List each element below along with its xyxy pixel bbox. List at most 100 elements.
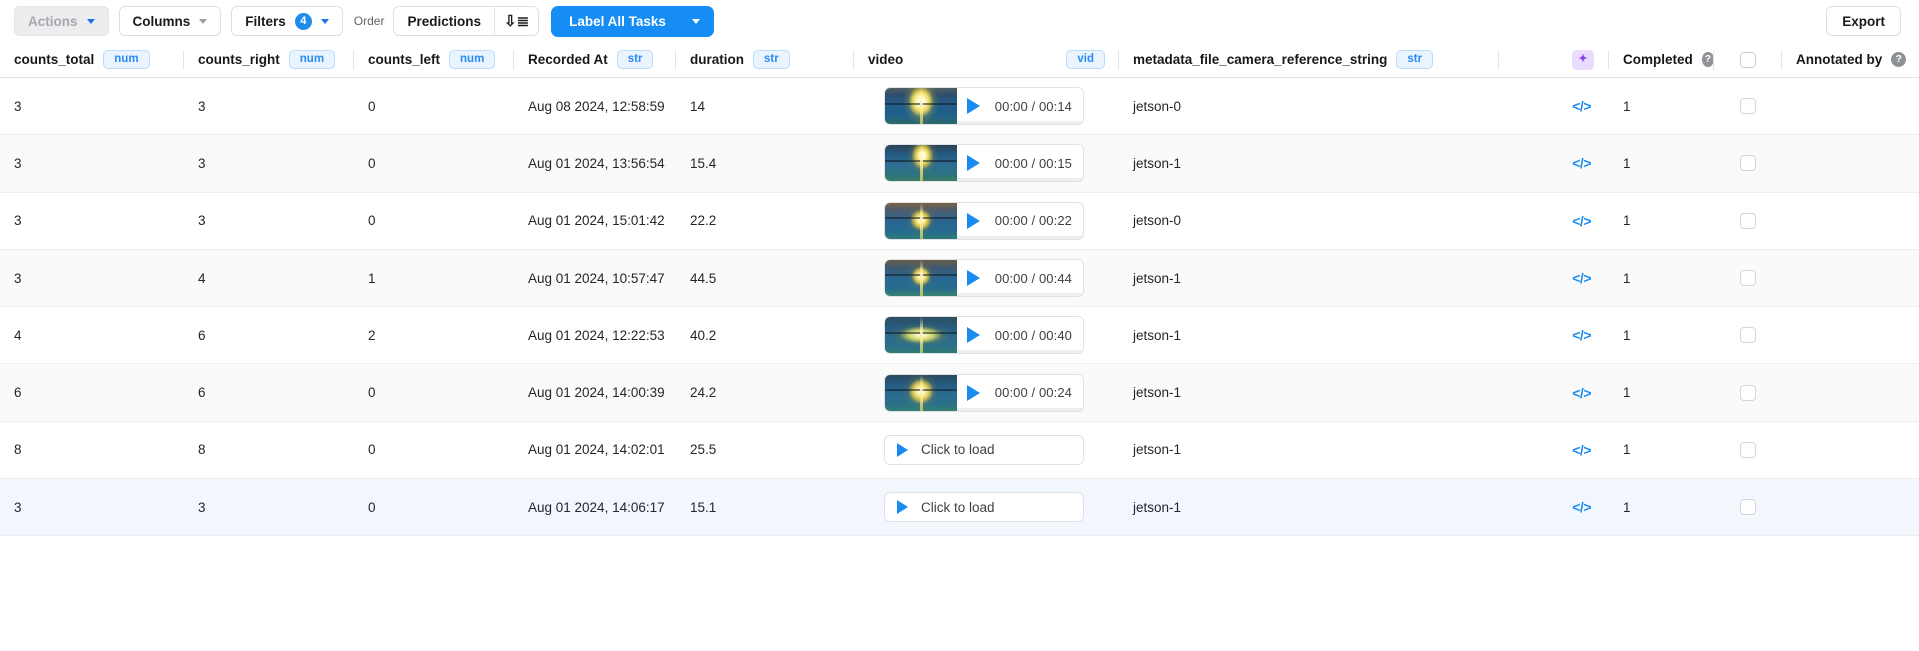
column-header-sparkle[interactable]: ✦ bbox=[1499, 42, 1609, 78]
cell-counts-left: 0 bbox=[354, 364, 514, 420]
code-icon[interactable]: </> bbox=[1572, 213, 1591, 229]
column-type-tag: num bbox=[449, 50, 496, 69]
code-icon[interactable]: </> bbox=[1572, 327, 1591, 343]
column-header-counts-total[interactable]: counts_total num bbox=[0, 42, 184, 78]
actions-button[interactable]: Actions bbox=[14, 6, 109, 36]
row-select-checkbox[interactable] bbox=[1740, 98, 1756, 115]
cell-counts-right: 8 bbox=[184, 422, 354, 478]
label-all-tasks-button[interactable]: Label All Tasks bbox=[551, 5, 714, 37]
columns-button[interactable]: Columns bbox=[118, 6, 222, 36]
video-time-display: 00:00 / 00:15 bbox=[994, 155, 1072, 171]
video-progress-track[interactable] bbox=[957, 293, 1083, 297]
video-time-display: 00:00 / 00:24 bbox=[994, 385, 1072, 401]
video-player[interactable]: 00:00 / 00:44 bbox=[884, 259, 1084, 298]
column-header-label: video bbox=[868, 52, 904, 67]
table-row[interactable]: 3 3 0 Aug 08 2024, 12:58:59 14 00:00 / 00:14 j… bbox=[0, 78, 1919, 136]
row-select-checkbox[interactable] bbox=[1740, 155, 1756, 172]
table-row[interactable]: 6 6 0 Aug 01 2024, 14:00:39 24.2 00:00 / 00:2… bbox=[0, 364, 1919, 422]
cell-value: jetson-1 bbox=[1133, 385, 1182, 401]
play-icon[interactable] bbox=[967, 327, 980, 344]
video-progress-track[interactable] bbox=[957, 121, 1083, 125]
cell-code-action: </> bbox=[1499, 135, 1609, 191]
video-load-button[interactable]: Click to load bbox=[884, 492, 1084, 523]
table-row[interactable]: 3 4 1 Aug 01 2024, 10:57:47 44.5 00:00 / 00:4… bbox=[0, 249, 1919, 308]
column-type-tag: num bbox=[103, 50, 150, 69]
column-header-counts-right[interactable]: counts_right num bbox=[184, 42, 354, 78]
cell-recorded-at: Aug 01 2024, 14:06:17 bbox=[514, 479, 676, 535]
play-icon[interactable] bbox=[967, 155, 980, 172]
play-icon[interactable] bbox=[967, 270, 980, 287]
table-row[interactable]: 8 8 0 Aug 01 2024, 14:02:01 25.5 Click to loa… bbox=[0, 421, 1919, 480]
play-icon[interactable] bbox=[967, 98, 980, 115]
select-all-checkbox[interactable] bbox=[1740, 51, 1756, 68]
table-body: 3 3 0 Aug 08 2024, 12:58:59 14 00:00 / 00:14 j… bbox=[0, 78, 1919, 537]
cell-value: jetson-1 bbox=[1133, 499, 1182, 515]
table-row[interactable]: 3 3 0 Aug 01 2024, 13:56:54 15.4 00:00 / 00:1… bbox=[0, 135, 1919, 193]
video-controls: 00:00 / 00:24 bbox=[957, 374, 1083, 411]
table-row[interactable]: 3 3 0 Aug 01 2024, 14:06:17 15.1 Click to loa… bbox=[0, 479, 1919, 537]
predictions-button[interactable]: Predictions bbox=[394, 7, 494, 35]
cell-value: jetson-1 bbox=[1133, 155, 1182, 171]
column-header-counts-left[interactable]: counts_left num bbox=[354, 42, 514, 78]
row-select-checkbox[interactable] bbox=[1740, 270, 1756, 287]
column-header-duration[interactable]: duration str bbox=[676, 42, 854, 78]
filters-button[interactable]: Filters 4 bbox=[231, 6, 343, 36]
video-progress-track[interactable] bbox=[957, 178, 1083, 182]
video-player[interactable]: 00:00 / 00:24 bbox=[884, 373, 1084, 412]
cell-duration: 15.1 bbox=[676, 479, 854, 535]
column-header-completed[interactable]: Completed ? bbox=[1609, 42, 1714, 78]
order-label: Order bbox=[353, 14, 385, 28]
cell-value: Aug 01 2024, 14:06:17 bbox=[528, 499, 665, 515]
row-select-checkbox[interactable] bbox=[1740, 212, 1756, 229]
play-icon[interactable] bbox=[967, 212, 980, 229]
table-row[interactable]: 3 3 0 Aug 01 2024, 15:01:42 22.2 00:00 / 00:2… bbox=[0, 192, 1919, 250]
table-header-row: counts_total num counts_right num counts… bbox=[0, 42, 1919, 78]
cell-value: 1 bbox=[368, 270, 376, 286]
cell-counts-left: 0 bbox=[354, 135, 514, 191]
predictions-button-label: Predictions bbox=[407, 13, 482, 29]
filters-count-badge: 4 bbox=[294, 12, 312, 30]
cell-counts-total: 4 bbox=[0, 307, 184, 363]
play-icon bbox=[897, 500, 908, 515]
video-player[interactable]: 00:00 / 00:40 bbox=[884, 316, 1084, 355]
video-progress-track[interactable] bbox=[957, 350, 1083, 354]
cell-metadata: jetson-0 bbox=[1119, 78, 1499, 134]
code-icon[interactable]: </> bbox=[1572, 442, 1591, 458]
video-load-button[interactable]: Click to load bbox=[884, 434, 1084, 465]
row-select-checkbox[interactable] bbox=[1740, 441, 1756, 458]
video-time-display: 00:00 / 00:40 bbox=[994, 327, 1072, 343]
video-player[interactable]: 00:00 / 00:15 bbox=[884, 144, 1084, 183]
column-header-recorded-at[interactable]: Recorded At str bbox=[514, 42, 676, 78]
cell-value: 6 bbox=[198, 385, 206, 401]
help-icon[interactable]: ? bbox=[1701, 52, 1714, 67]
help-icon[interactable]: ? bbox=[1891, 52, 1907, 67]
cell-duration: 14 bbox=[676, 78, 854, 134]
code-icon[interactable]: </> bbox=[1572, 155, 1591, 171]
code-icon[interactable]: </> bbox=[1572, 270, 1591, 286]
cell-value: Aug 01 2024, 13:56:54 bbox=[528, 155, 665, 171]
column-header-annotated-by[interactable]: Annotated by ? bbox=[1782, 42, 1907, 78]
code-icon[interactable]: </> bbox=[1572, 98, 1591, 114]
play-icon[interactable] bbox=[967, 384, 980, 401]
video-player[interactable]: 00:00 / 00:14 bbox=[884, 87, 1084, 126]
order-control-group: Predictions ⇩≣ bbox=[393, 6, 540, 36]
cell-counts-left: 2 bbox=[354, 307, 514, 363]
code-icon[interactable]: </> bbox=[1572, 385, 1591, 401]
row-select-checkbox[interactable] bbox=[1740, 327, 1756, 344]
video-progress-track[interactable] bbox=[957, 407, 1083, 411]
video-progress-track[interactable] bbox=[957, 235, 1083, 239]
cell-duration: 44.5 bbox=[676, 250, 854, 306]
column-header-select-all[interactable] bbox=[1714, 42, 1782, 78]
column-header-label: counts_total bbox=[14, 52, 95, 67]
column-header-metadata[interactable]: metadata_file_camera_reference_string st… bbox=[1119, 42, 1499, 78]
column-header-video[interactable]: video vid bbox=[854, 42, 1119, 78]
row-select-checkbox[interactable] bbox=[1740, 384, 1756, 401]
sort-direction-button[interactable]: ⇩≣ bbox=[494, 7, 538, 35]
table-row[interactable]: 4 6 2 Aug 01 2024, 12:22:53 40.2 00:00 / 00:4… bbox=[0, 307, 1919, 365]
video-player[interactable]: 00:00 / 00:22 bbox=[884, 201, 1084, 240]
export-button[interactable]: Export bbox=[1826, 6, 1901, 36]
video-load-label: Click to load bbox=[921, 499, 995, 515]
code-icon[interactable]: </> bbox=[1572, 499, 1591, 515]
cell-value: 15.1 bbox=[690, 499, 717, 515]
row-select-checkbox[interactable] bbox=[1740, 499, 1756, 516]
